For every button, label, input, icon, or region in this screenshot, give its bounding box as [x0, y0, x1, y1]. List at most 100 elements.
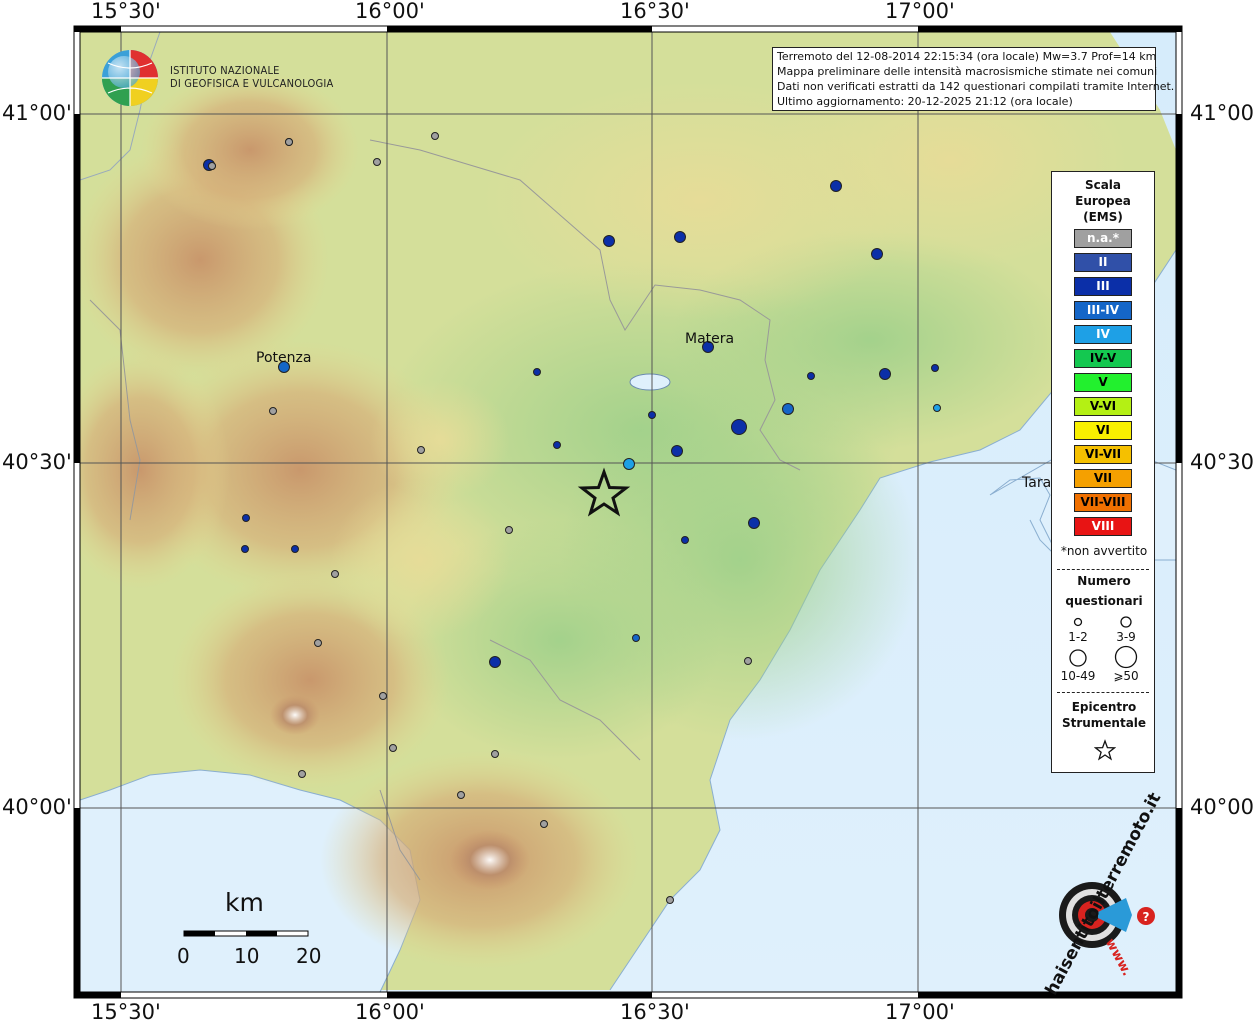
- intensity-point: [241, 545, 249, 553]
- intensity-point: [491, 750, 499, 758]
- intensity-point: [389, 744, 397, 752]
- ingv-name: ISTITUTO NAZIONALE DI GEOFISICA E VULCAN…: [170, 64, 333, 90]
- event-info-line: Ultimo aggiornamento: 20-12-2025 21:12 (…: [777, 95, 1073, 108]
- city-label-matera: Matera: [685, 331, 735, 347]
- event-info-box: Terremoto del 12-08-2014 22:15:34 (ora l…: [772, 47, 1175, 111]
- intensity-point: [681, 536, 689, 544]
- intensity-point: [331, 570, 339, 578]
- intensity-point: [931, 364, 939, 372]
- intensity-point: [933, 404, 941, 412]
- legend-class-12: VIII: [1074, 517, 1132, 536]
- lat-label-left: 40°30': [2, 450, 72, 474]
- scale-tick: 20: [296, 944, 322, 968]
- intensity-point: [431, 132, 439, 140]
- intensity-point: [291, 545, 299, 553]
- epicenter-legend-star-icon: [1094, 739, 1116, 761]
- intensity-point: [457, 791, 465, 799]
- legend-panel: Scala Europea (EMS) n.a.* II III III-IV IV IV…: [1051, 171, 1155, 773]
- intensity-point: [269, 407, 277, 415]
- intensity-point: [489, 656, 501, 668]
- intensity-point: [505, 526, 513, 534]
- intensity-point: [603, 235, 615, 247]
- intensity-point: [540, 820, 548, 828]
- intensity-point: [533, 368, 541, 376]
- intensity-point: [623, 458, 635, 470]
- scale-tick: 10: [234, 944, 260, 968]
- size-label: 3-9: [1116, 630, 1136, 644]
- intensity-point: [666, 896, 674, 904]
- legend-title-3: (EMS): [1083, 210, 1123, 224]
- intensity-point: [314, 639, 322, 647]
- lat-label-left: 41°00': [2, 101, 72, 125]
- questionnaires-title-2: questionari: [1065, 594, 1143, 608]
- city-label-potenza: Potenza: [256, 350, 312, 366]
- lon-label-bottom: 16°30': [620, 1000, 690, 1024]
- legend-class-0: n.a.*: [1074, 229, 1132, 248]
- city-label-taranto: Tara: [1022, 475, 1052, 491]
- legend-class-11: VII-VIII: [1074, 493, 1132, 512]
- legend-class-2: III: [1074, 277, 1132, 296]
- intensity-point: [879, 368, 891, 380]
- legend-divider: [1057, 692, 1149, 693]
- legend-divider: [1057, 569, 1149, 570]
- lon-label-top: 17°00': [885, 0, 955, 23]
- lake: [629, 373, 671, 391]
- legend-class-5: IV-V: [1074, 349, 1132, 368]
- lat-label-right: 40°00': [1190, 795, 1255, 819]
- legend-title-2: Europea: [1075, 194, 1131, 208]
- intensity-point: [417, 446, 425, 454]
- event-info-line: Mappa preliminare delle intensità macros…: [777, 65, 1158, 78]
- scale-unit: km: [225, 888, 264, 917]
- legend-class-8: VI: [1074, 421, 1132, 440]
- lon-label-bottom: 16°00': [355, 1000, 425, 1024]
- intensity-point: [731, 419, 747, 435]
- lat-label-left: 40°00': [2, 795, 72, 819]
- intensity-point: [744, 657, 752, 665]
- questionnaires-title-1: Numero: [1077, 574, 1131, 588]
- intensity-point: [632, 634, 640, 642]
- legend-note: *non avvertito: [1060, 544, 1148, 558]
- legend-class-7: V-VI: [1074, 397, 1132, 416]
- intensity-point: [782, 403, 794, 415]
- epicenter-title-2: Strumentale: [1061, 716, 1147, 730]
- intensity-point: [285, 138, 293, 146]
- intensity-point: [648, 411, 656, 419]
- intensity-point: [871, 248, 883, 260]
- intensity-point: [373, 158, 381, 166]
- legend-class-1: II: [1074, 253, 1132, 272]
- legend-class-4: IV: [1074, 325, 1132, 344]
- lon-label-top: 15°30': [91, 0, 161, 23]
- lat-label-right: 40°30': [1190, 450, 1255, 474]
- event-info-line: Dati non verificati estratti da 142 ques…: [777, 80, 1175, 93]
- intensity-point: [208, 162, 216, 170]
- legend-class-3: III-IV: [1074, 301, 1132, 320]
- svg-text:?: ?: [1143, 910, 1150, 924]
- lon-label-bottom: 15°30': [91, 1000, 161, 1024]
- lon-label-bottom: 17°00': [885, 1000, 955, 1024]
- legend-class-10: VII: [1074, 469, 1132, 488]
- legend-class-9: VI-VII: [1074, 445, 1132, 464]
- intensity-point: [674, 231, 686, 243]
- intensity-point: [671, 445, 683, 457]
- size-label: ⩾50: [1113, 669, 1139, 683]
- legend-class-6: V: [1074, 373, 1132, 392]
- lon-label-top: 16°00': [355, 0, 425, 23]
- intensity-point: [807, 372, 815, 380]
- intensity-point: [830, 180, 842, 192]
- intensity-point: [298, 770, 306, 778]
- epicenter-title-1: Epicentro: [1071, 700, 1137, 714]
- ingv-globe-icon: [102, 50, 158, 106]
- size-label: 10-49: [1060, 669, 1096, 683]
- intensity-point: [748, 517, 760, 529]
- legend-title-1: Scala: [1084, 178, 1122, 192]
- lon-label-top: 16°30': [620, 0, 690, 23]
- ingv-name-line1: ISTITUTO NAZIONALE: [170, 64, 280, 77]
- scale-tick: 0: [177, 944, 190, 968]
- event-info-line: Terremoto del 12-08-2014 22:15:34 (ora l…: [777, 50, 1157, 63]
- lat-label-right: 41°00': [1190, 101, 1255, 125]
- terrain: [80, 32, 1176, 992]
- intensity-point: [553, 441, 561, 449]
- intensity-point: [242, 514, 250, 522]
- ingv-name-line2: DI GEOFISICA E VULCANOLOGIA: [170, 77, 334, 90]
- scale-bar: [183, 930, 309, 937]
